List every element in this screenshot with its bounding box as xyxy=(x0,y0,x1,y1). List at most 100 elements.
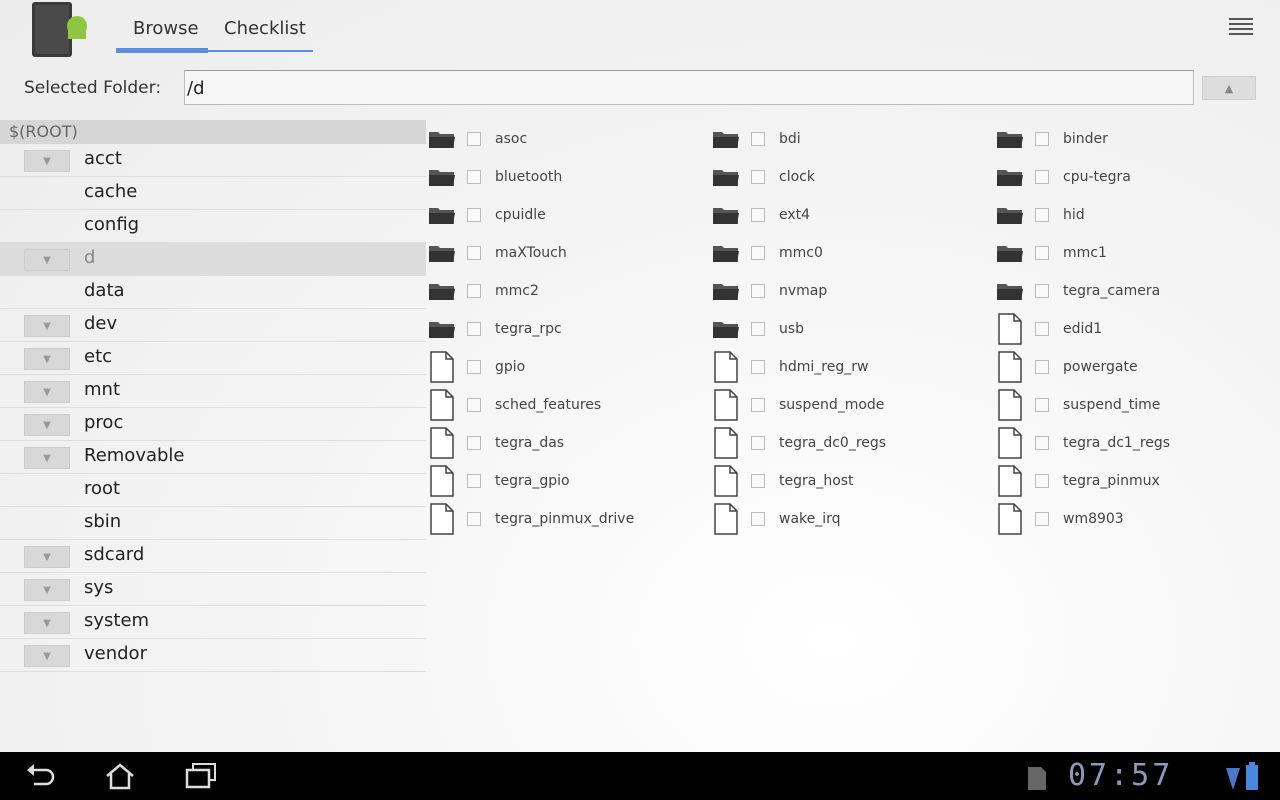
selected-folder-field[interactable]: /d xyxy=(184,70,1194,105)
entry-checkbox[interactable] xyxy=(751,208,765,222)
entry-checkbox[interactable] xyxy=(467,132,481,146)
tree-item-dev[interactable]: ▼ dev xyxy=(0,309,426,342)
entry-checkbox[interactable] xyxy=(751,170,765,184)
file-entry[interactable]: mmc1 xyxy=(996,234,1280,272)
entry-checkbox[interactable] xyxy=(751,360,765,374)
entry-checkbox[interactable] xyxy=(751,132,765,146)
entry-checkbox[interactable] xyxy=(1035,246,1049,260)
file-entry[interactable]: suspend_time xyxy=(996,386,1280,424)
expand-chevron-icon[interactable]: ▼ xyxy=(24,315,70,337)
tree-root[interactable]: $(ROOT) xyxy=(0,120,426,144)
file-entry[interactable]: maXTouch xyxy=(428,234,712,272)
back-icon[interactable] xyxy=(24,762,56,790)
tree-item-system[interactable]: ▼ system xyxy=(0,606,426,639)
file-entry[interactable]: clock xyxy=(712,158,996,196)
file-entry[interactable]: bluetooth xyxy=(428,158,712,196)
file-entry[interactable]: cpu-tegra xyxy=(996,158,1280,196)
entry-checkbox[interactable] xyxy=(467,284,481,298)
entry-checkbox[interactable] xyxy=(1035,360,1049,374)
file-entry[interactable]: tegra_gpio xyxy=(428,462,712,500)
file-entry[interactable]: edid1 xyxy=(996,310,1280,348)
entry-checkbox[interactable] xyxy=(751,246,765,260)
entry-checkbox[interactable] xyxy=(751,474,765,488)
tab-browse[interactable]: Browse xyxy=(133,18,199,39)
entry-checkbox[interactable] xyxy=(1035,170,1049,184)
expand-chevron-icon[interactable]: ▼ xyxy=(24,645,70,667)
file-entry[interactable]: hid xyxy=(996,196,1280,234)
file-entry[interactable]: wm8903 xyxy=(996,500,1280,538)
tree-item-sdcard[interactable]: ▼ sdcard xyxy=(0,540,426,573)
tree-item-sys[interactable]: ▼ sys xyxy=(0,573,426,606)
parent-folder-button[interactable]: ▲ xyxy=(1202,76,1256,100)
expand-chevron-icon[interactable]: ▼ xyxy=(24,150,70,172)
file-entry[interactable]: ext4 xyxy=(712,196,996,234)
file-entry[interactable]: suspend_mode xyxy=(712,386,996,424)
tree-item-vendor[interactable]: ▼ vendor xyxy=(0,639,426,672)
entry-checkbox[interactable] xyxy=(467,436,481,450)
expand-chevron-icon[interactable]: ▼ xyxy=(24,348,70,370)
expand-chevron-icon[interactable]: ▼ xyxy=(24,249,70,271)
entry-checkbox[interactable] xyxy=(467,512,481,526)
expand-chevron-icon[interactable]: ▼ xyxy=(24,546,70,568)
tree-item-cache[interactable]: cache xyxy=(0,177,426,210)
file-entry[interactable]: cpuidle xyxy=(428,196,712,234)
menu-icon[interactable] xyxy=(1229,18,1253,38)
entry-checkbox[interactable] xyxy=(467,322,481,336)
tab-checklist[interactable]: Checklist xyxy=(224,18,306,39)
entry-checkbox[interactable] xyxy=(467,474,481,488)
entry-checkbox[interactable] xyxy=(467,208,481,222)
entry-checkbox[interactable] xyxy=(1035,398,1049,412)
file-entry[interactable]: usb xyxy=(712,310,996,348)
entry-checkbox[interactable] xyxy=(751,322,765,336)
file-entry[interactable]: gpio xyxy=(428,348,712,386)
entry-checkbox[interactable] xyxy=(1035,322,1049,336)
entry-checkbox[interactable] xyxy=(1035,436,1049,450)
file-entry[interactable]: tegra_dc0_regs xyxy=(712,424,996,462)
tree-item-d[interactable]: ▼ d xyxy=(0,243,426,276)
entry-checkbox[interactable] xyxy=(751,512,765,526)
file-entry[interactable]: tegra_host xyxy=(712,462,996,500)
entry-checkbox[interactable] xyxy=(751,284,765,298)
entry-checkbox[interactable] xyxy=(1035,208,1049,222)
expand-chevron-icon[interactable]: ▼ xyxy=(24,381,70,403)
expand-chevron-icon[interactable]: ▼ xyxy=(24,612,70,634)
file-entry[interactable]: asoc xyxy=(428,120,712,158)
expand-chevron-icon[interactable]: ▼ xyxy=(24,447,70,469)
file-entry[interactable]: tegra_das xyxy=(428,424,712,462)
file-entry[interactable]: tegra_dc1_regs xyxy=(996,424,1280,462)
entry-checkbox[interactable] xyxy=(467,246,481,260)
file-entry[interactable]: hdmi_reg_rw xyxy=(712,348,996,386)
entry-checkbox[interactable] xyxy=(467,398,481,412)
entry-checkbox[interactable] xyxy=(751,436,765,450)
entry-checkbox[interactable] xyxy=(1035,284,1049,298)
tree-item-sbin[interactable]: sbin xyxy=(0,507,426,540)
entry-checkbox[interactable] xyxy=(467,170,481,184)
tree-item-root[interactable]: root xyxy=(0,474,426,507)
file-entry[interactable]: tegra_rpc xyxy=(428,310,712,348)
recent-apps-icon[interactable] xyxy=(184,762,218,790)
tree-item-acct[interactable]: ▼ acct xyxy=(0,144,426,177)
tree-item-mnt[interactable]: ▼ mnt xyxy=(0,375,426,408)
file-entry[interactable]: sched_features xyxy=(428,386,712,424)
entry-checkbox[interactable] xyxy=(467,360,481,374)
home-icon[interactable] xyxy=(104,762,136,790)
file-entry[interactable]: bdi xyxy=(712,120,996,158)
file-entry[interactable]: nvmap xyxy=(712,272,996,310)
tree-item-data[interactable]: data xyxy=(0,276,426,309)
tree-item-removable[interactable]: ▼ Removable xyxy=(0,441,426,474)
file-entry[interactable]: mmc2 xyxy=(428,272,712,310)
entry-checkbox[interactable] xyxy=(751,398,765,412)
file-entry[interactable]: mmc0 xyxy=(712,234,996,272)
file-entry[interactable]: tegra_pinmux xyxy=(996,462,1280,500)
expand-chevron-icon[interactable]: ▼ xyxy=(24,414,70,436)
tree-item-proc[interactable]: ▼ proc xyxy=(0,408,426,441)
entry-checkbox[interactable] xyxy=(1035,132,1049,146)
tree-item-config[interactable]: config xyxy=(0,210,426,243)
file-entry[interactable]: wake_irq xyxy=(712,500,996,538)
entry-checkbox[interactable] xyxy=(1035,512,1049,526)
file-entry[interactable]: tegra_camera xyxy=(996,272,1280,310)
tree-item-etc[interactable]: ▼ etc xyxy=(0,342,426,375)
file-entry[interactable]: tegra_pinmux_drive xyxy=(428,500,712,538)
expand-chevron-icon[interactable]: ▼ xyxy=(24,579,70,601)
file-entry[interactable]: powergate xyxy=(996,348,1280,386)
